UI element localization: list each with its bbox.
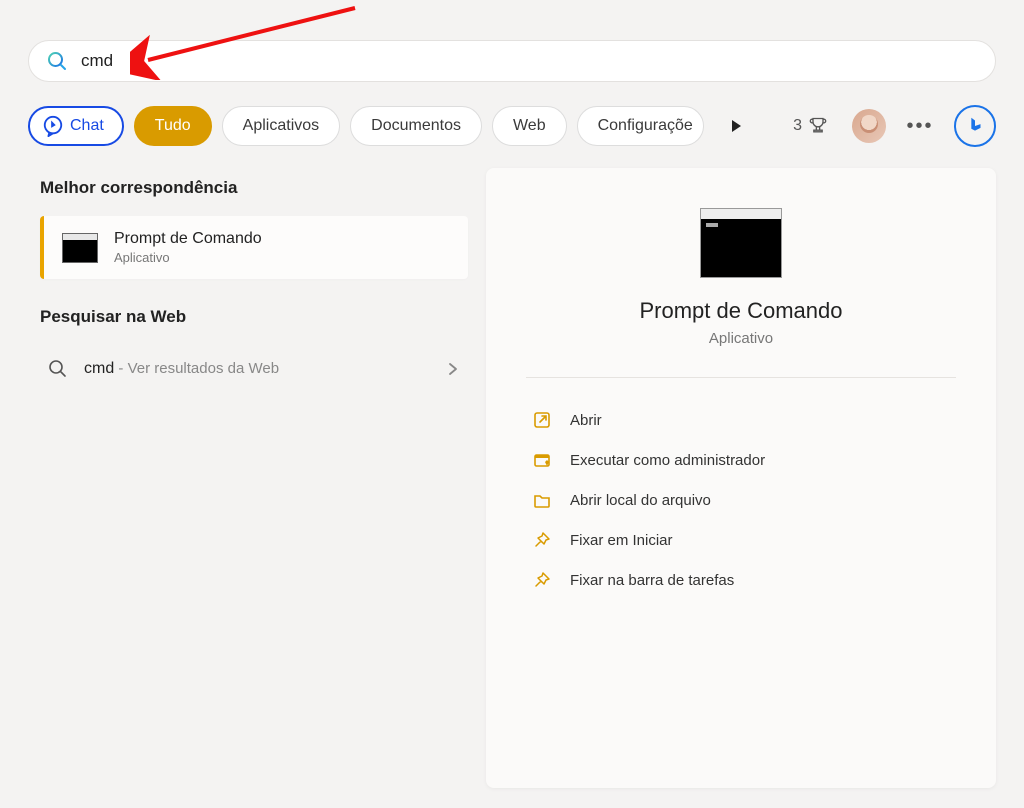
tab-all-label: Tudo [155,117,191,135]
action-open[interactable]: Abrir [526,400,956,440]
separator [526,377,956,378]
play-triangle-icon [728,118,744,134]
results-left-column: Melhor correspondência Prompt de Comando… [40,178,468,393]
tab-settings-label: Configuraçõe [598,117,693,135]
more-options-button[interactable]: ••• [902,108,938,144]
search-input[interactable] [81,51,977,71]
action-label: Fixar em Iniciar [570,532,673,549]
action-label: Abrir local do arquivo [570,492,711,509]
open-external-icon [532,410,552,430]
bing-icon [964,115,986,137]
tab-all[interactable]: Tudo [134,106,212,146]
preview-panel: Prompt de Comando Aplicativo Abrir Execu… [486,168,996,788]
chat-bubble-icon [42,115,64,137]
tab-apps-label: Aplicativos [243,117,319,135]
preview-title: Prompt de Comando [526,298,956,324]
tabs-overflow-button[interactable] [718,108,754,144]
tab-web[interactable]: Web [492,106,567,146]
web-result-suffix: - Ver resultados da Web [114,360,279,377]
action-open-location[interactable]: Abrir local do arquivo [526,480,956,520]
search-icon [47,51,67,71]
trophy-icon [808,116,828,136]
action-pin-start[interactable]: Fixar em Iniciar [526,520,956,560]
chevron-right-icon [446,362,460,376]
best-match-header: Melhor correspondência [40,178,468,198]
tab-docs[interactable]: Documentos [350,106,482,146]
preview-subtitle: Aplicativo [526,330,956,347]
user-avatar[interactable] [852,109,886,143]
best-match-result[interactable]: Prompt de Comando Aplicativo [40,216,468,279]
tab-chat-label: Chat [70,117,104,135]
web-search-result[interactable]: cmd - Ver resultados da Web [40,345,468,393]
search-bar[interactable] [28,40,996,82]
cmd-app-icon [62,233,98,263]
rewards-badge[interactable]: 3 [793,116,828,136]
rewards-points: 3 [793,117,802,135]
web-search-header: Pesquisar na Web [40,307,468,327]
tab-chat[interactable]: Chat [28,106,124,146]
folder-icon [532,490,552,510]
best-match-title: Prompt de Comando [114,230,262,248]
tab-apps[interactable]: Aplicativos [222,106,340,146]
bing-chat-button[interactable] [954,105,996,147]
tab-settings[interactable]: Configuraçõe [577,106,704,146]
action-label: Fixar na barra de tarefas [570,572,734,589]
action-label: Abrir [570,412,602,429]
filter-tabs-row: Chat Tudo Aplicativos Documentos Web Con… [28,104,996,148]
tab-web-label: Web [513,117,546,135]
tab-docs-label: Documentos [371,117,461,135]
preview-app-icon [700,208,782,278]
search-icon [48,359,68,379]
action-run-admin[interactable]: Executar como administrador [526,440,956,480]
pin-icon [532,530,552,550]
shield-admin-icon [532,450,552,470]
ellipsis-icon: ••• [906,115,933,138]
action-pin-taskbar[interactable]: Fixar na barra de tarefas [526,560,956,600]
pin-icon [532,570,552,590]
best-match-subtitle: Aplicativo [114,250,262,265]
action-label: Executar como administrador [570,452,765,469]
web-result-query: cmd [84,360,114,377]
